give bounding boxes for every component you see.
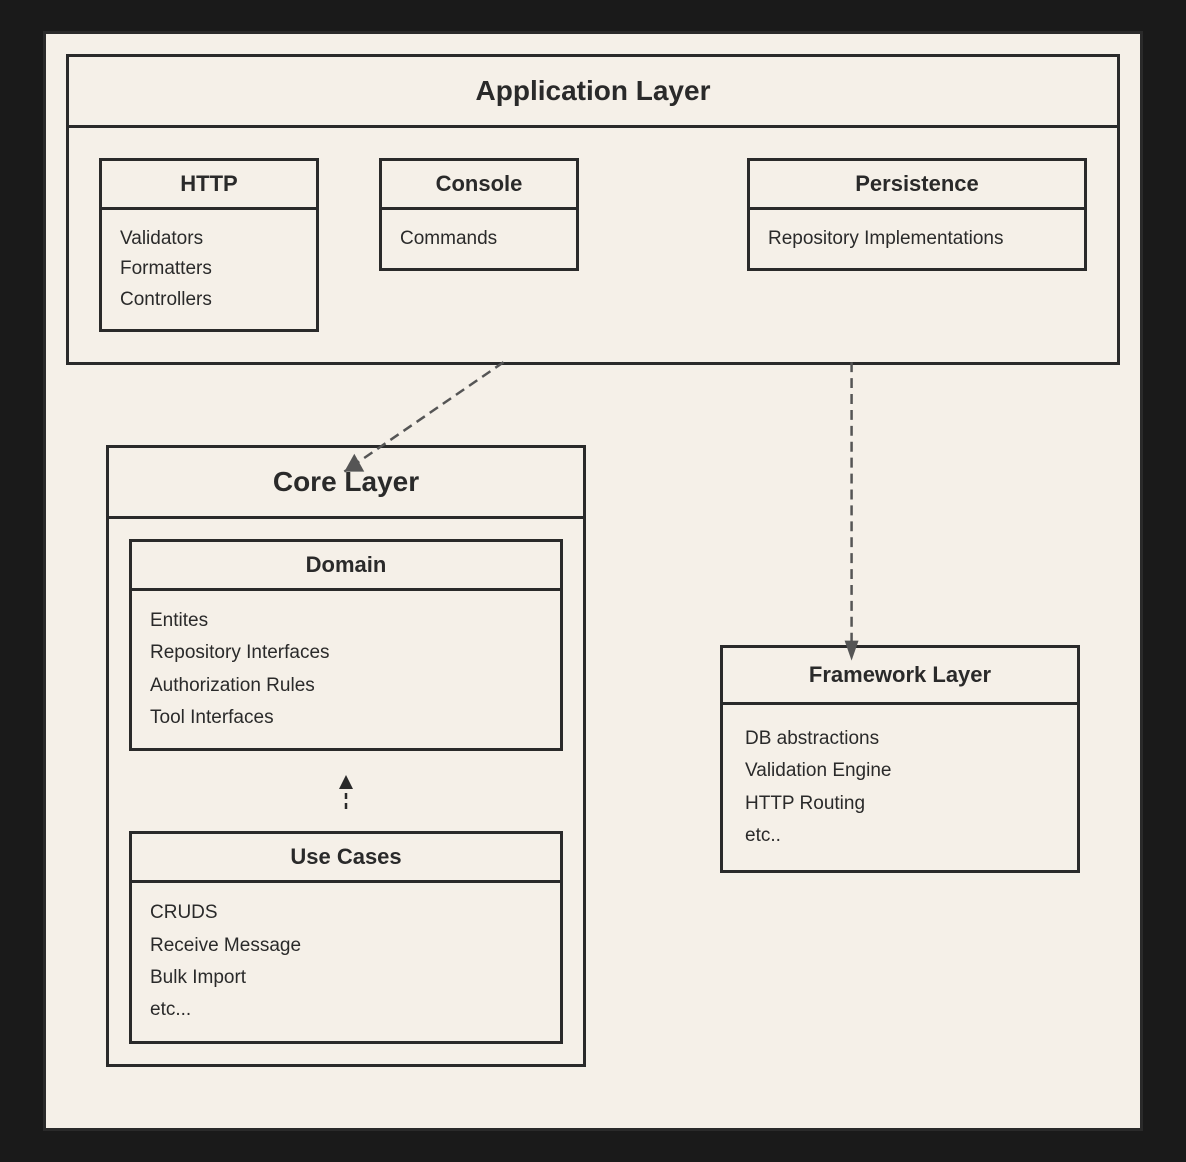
- framework-content: DB abstractionsValidation EngineHTTP Rou…: [723, 705, 1077, 870]
- console-title: Console: [382, 161, 576, 210]
- domain-title: Domain: [132, 542, 560, 591]
- lower-section: Core Layer Domain EntitesRepository Inte…: [66, 365, 1120, 1086]
- application-layer: Application Layer HTTP ValidatorsFormatt…: [66, 54, 1120, 365]
- persistence-box: Persistence Repository Implementations: [747, 158, 1087, 271]
- use-cases-title: Use Cases: [132, 834, 560, 883]
- persistence-content: Repository Implementations: [750, 210, 1084, 268]
- core-inner: Domain EntitesRepository InterfacesAutho…: [109, 519, 583, 1063]
- domain-box: Domain EntitesRepository InterfacesAutho…: [129, 539, 563, 751]
- persistence-title: Persistence: [750, 161, 1084, 210]
- diagram-wrapper: Application Layer HTTP ValidatorsFormatt…: [43, 31, 1143, 1131]
- console-content: Commands: [382, 210, 576, 268]
- core-layer: Core Layer Domain EntitesRepository Inte…: [106, 445, 586, 1066]
- framework-layer-title: Framework Layer: [723, 648, 1077, 705]
- diagram-container: Application Layer HTTP ValidatorsFormatt…: [43, 31, 1143, 1131]
- http-content: ValidatorsFormattersControllers: [102, 210, 316, 329]
- use-cases-content: CRUDSReceive MessageBulk Importetc...: [132, 883, 560, 1040]
- console-box: Console Commands: [379, 158, 579, 271]
- domain-content: EntitesRepository InterfacesAuthorizatio…: [132, 591, 560, 748]
- up-arrow-svg: [326, 771, 366, 811]
- http-box: HTTP ValidatorsFormattersControllers: [99, 158, 319, 332]
- http-title: HTTP: [102, 161, 316, 210]
- framework-layer: Framework Layer DB abstractionsValidatio…: [720, 645, 1080, 873]
- core-layer-title: Core Layer: [109, 448, 583, 519]
- application-layer-title: Application Layer: [69, 57, 1117, 128]
- application-content: HTTP ValidatorsFormattersControllers Con…: [69, 128, 1117, 362]
- use-cases-box: Use Cases CRUDSReceive MessageBulk Impor…: [129, 831, 563, 1043]
- use-cases-to-domain-arrow: [129, 771, 563, 811]
